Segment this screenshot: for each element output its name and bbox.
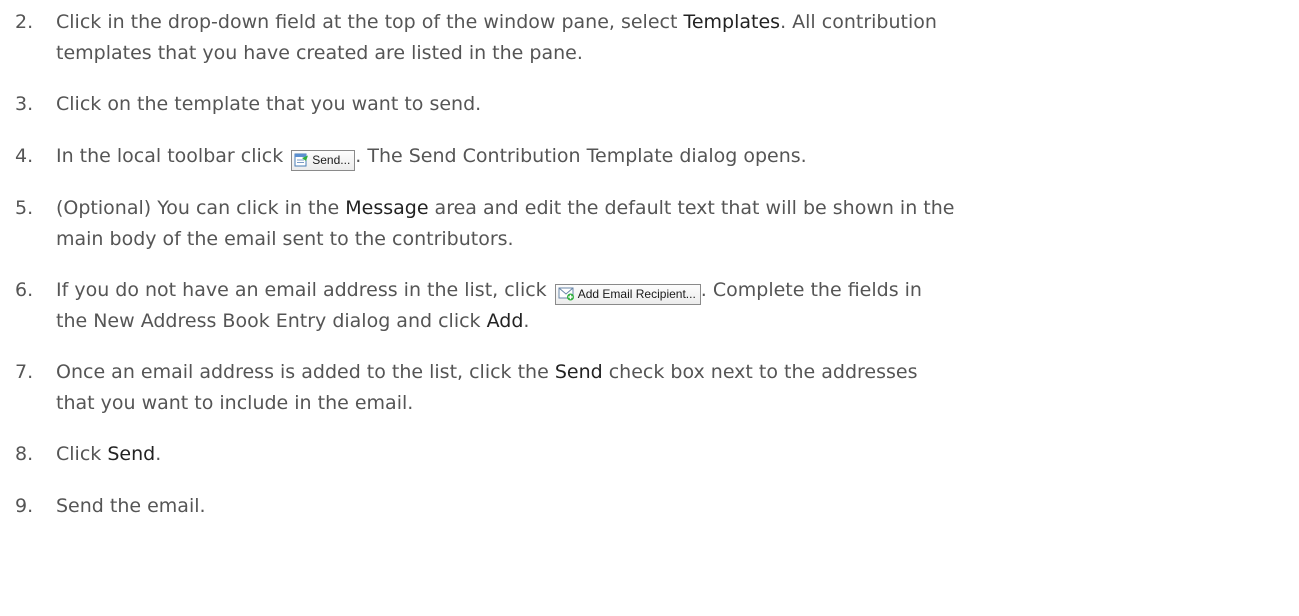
send-button[interactable]: Send... [291,150,356,171]
step-9: 9. Send the email. [0,491,1299,522]
step-text: Send the email. [56,495,206,517]
step-text: In the local toolbar click Send.... The … [56,145,807,171]
step-number: 8. [15,443,34,465]
step-4: 4. In the local toolbar click Send.... T… [0,141,1299,172]
step-3: 3. Click on the template that you want t… [0,89,1299,120]
ui-term-templates: Templates [683,11,781,33]
add-email-recipient-icon [558,287,574,301]
step-number: 7. [15,361,34,383]
step-text: Click Send. [56,443,162,465]
ui-term-send: Send [554,361,603,383]
ui-term-send: Send [107,443,156,465]
step-text: (Optional) You can click in the Message … [56,197,955,250]
step-6: 6. If you do not have an email address i… [0,275,1299,337]
step-number: 3. [15,93,34,115]
step-8: 8. Click Send. [0,439,1299,470]
instruction-steps: 2. Click in the drop-down field at the t… [0,7,1299,542]
add-email-recipient-button-label: Add Email Recipient... [577,287,696,301]
step-number: 4. [15,145,34,167]
step-2: 2. Click in the drop-down field at the t… [0,7,1299,69]
step-7: 7. Once an email address is added to the… [0,357,1299,419]
step-5: 5. (Optional) You can click in the Messa… [0,193,1299,255]
step-text: Once an email address is added to the li… [56,361,918,414]
step-number: 9. [15,495,34,517]
step-number: 2. [15,11,34,33]
add-email-recipient-button[interactable]: Add Email Recipient... [554,284,701,305]
ui-term-add: Add [486,310,524,332]
step-text: Click in the drop-down field at the top … [56,11,937,64]
ui-term-message: Message [345,197,429,219]
step-text: Click on the template that you want to s… [56,93,482,115]
send-button-label: Send... [312,153,351,167]
send-template-icon [294,153,309,167]
step-number: 5. [15,197,34,219]
step-number: 6. [15,279,34,301]
step-text: If you do not have an email address in t… [56,279,922,332]
